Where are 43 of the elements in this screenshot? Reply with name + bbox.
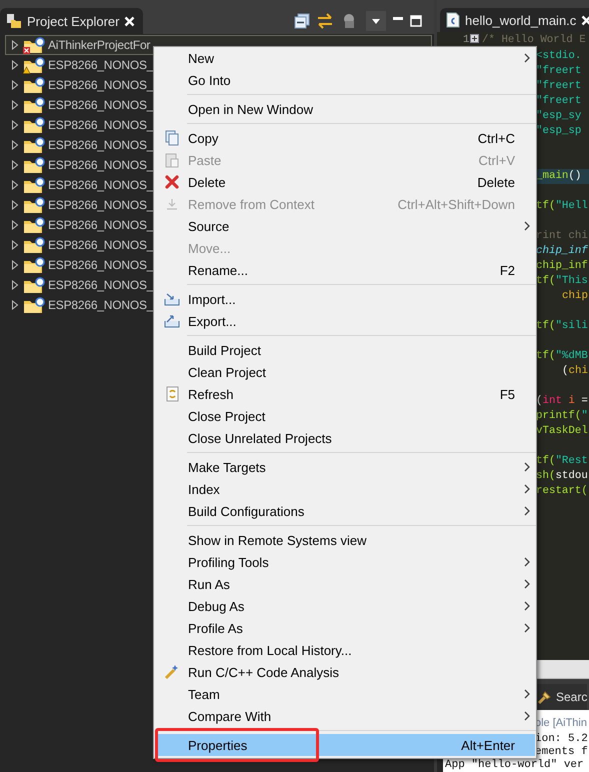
- code-text: restart(: [536, 484, 588, 499]
- project-name: ESP8266_NONOS_: [48, 118, 154, 132]
- project-name: ESP8266_NONOS_: [48, 258, 154, 272]
- code-text: sh(stdou: [536, 469, 588, 484]
- project-name: ESP8266_NONOS_: [48, 278, 154, 292]
- code-text: "freert: [536, 64, 582, 79]
- code-text: tf("sili: [536, 319, 588, 334]
- line-number: 1: [463, 34, 470, 46]
- code-text: printf(": [536, 409, 588, 424]
- code-text: "esp_sp: [536, 124, 582, 139]
- project-name: ESP8266_NONOS_: [48, 78, 154, 92]
- console-output: ion: 5.2: [535, 733, 588, 746]
- tab-title: Project Explorer: [27, 14, 120, 28]
- project-name: ESP8266_NONOS_: [48, 98, 154, 112]
- tab-title: Searc: [556, 690, 588, 704]
- code-text: tf("Hell: [536, 199, 588, 214]
- code-text: (int i =: [536, 394, 588, 409]
- project-name: ESP8266_NONOS_: [48, 178, 154, 192]
- code-text: tf("This: [536, 274, 588, 289]
- code-text: "freert: [536, 79, 582, 94]
- code-text: vTaskDel: [536, 424, 588, 439]
- project-name: ESP8266_NONOS_: [48, 58, 154, 72]
- code-text: tf("%dMB: [536, 349, 588, 364]
- console-output: App "hello-world" ver: [445, 759, 584, 772]
- project-name: ESP8266_NONOS_: [48, 298, 154, 312]
- project-name: ESP8266_NONOS_: [48, 198, 154, 212]
- project-name: ESP8266_NONOS_: [48, 238, 154, 252]
- code-text: rint chi: [536, 229, 588, 244]
- tab-title: hello_world_main.c: [465, 12, 576, 28]
- code-text: "esp_sy: [536, 109, 582, 124]
- code-text: /* Hello World E: [482, 34, 586, 46]
- code-text: chip_inf: [536, 259, 588, 274]
- project-name: ESP8266_NONOS_: [48, 158, 154, 172]
- code-text: (chi: [562, 364, 588, 379]
- code-text: "freert: [536, 94, 582, 109]
- code-text: <stdio.: [536, 49, 582, 64]
- project-name: ESP8266_NONOS_: [48, 218, 154, 232]
- code-text: chip: [562, 289, 588, 304]
- code-text: _main(): [536, 169, 582, 184]
- code-text: chip_inf: [536, 244, 588, 259]
- project-name: ESP8266_NONOS_: [48, 138, 154, 152]
- project-name: AiThinkerProjectFor: [48, 38, 150, 52]
- code-text: tf("Rest: [536, 454, 588, 469]
